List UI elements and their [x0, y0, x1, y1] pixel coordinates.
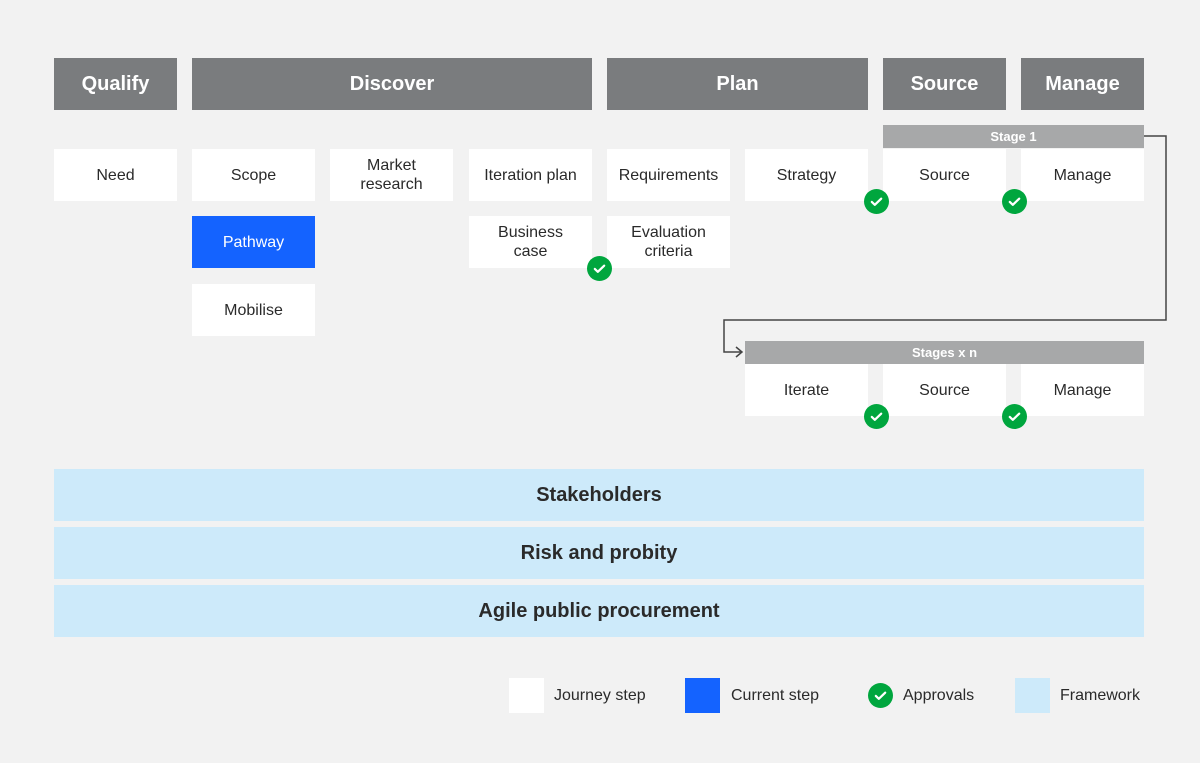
- phase-header: Source: [883, 58, 1006, 110]
- legend-approvals-check-icon: [868, 683, 893, 708]
- journey-step-iterate: Iterate: [745, 364, 868, 416]
- journey-step-scope: Scope: [192, 149, 315, 201]
- journey-step-manage: Manage: [1021, 149, 1144, 201]
- legend-framework-swatch: [1015, 678, 1050, 713]
- journey-step-strategy: Strategy: [745, 149, 868, 201]
- legend-journey-step-label: Journey step: [554, 686, 646, 704]
- phase-header: Plan: [607, 58, 868, 110]
- approval-check-icon: [1002, 404, 1027, 429]
- phase-header: Manage: [1021, 58, 1144, 110]
- current-step-pathway: Pathway: [192, 216, 315, 268]
- phase-header: Qualify: [54, 58, 177, 110]
- framework-band: Risk and probity: [54, 527, 1144, 579]
- framework-band: Agile public procurement: [54, 585, 1144, 637]
- framework-band: Stakeholders: [54, 469, 1144, 521]
- legend-current-step-label: Current step: [731, 686, 820, 704]
- stages-x-n-bar: Stages x n: [745, 341, 1144, 364]
- journey-step-business-case: Business case: [469, 216, 592, 268]
- approval-check-icon: [587, 256, 612, 281]
- journey-step-evaluation-criteria: Evaluation criteria: [607, 216, 730, 268]
- phase-header: Discover: [192, 58, 592, 110]
- journey-step-source-n: Source: [883, 364, 1006, 416]
- journey-step-need: Need: [54, 149, 177, 201]
- journey-step-source: Source: [883, 149, 1006, 201]
- legend-approvals-label: Approvals: [903, 686, 975, 704]
- journey-step-mobilise: Mobilise: [192, 284, 315, 336]
- approval-check-icon: [864, 404, 889, 429]
- approval-check-icon: [864, 189, 889, 214]
- journey-step-requirements: Requirements: [607, 149, 730, 201]
- stage-connector-arrow: [723, 135, 1167, 358]
- approval-check-icon: [1002, 189, 1027, 214]
- legend-journey-step-swatch: [509, 678, 544, 713]
- legend-current-step-swatch: [685, 678, 720, 713]
- legend-framework-label: Framework: [1060, 686, 1141, 704]
- journey-step-manage-n: Manage: [1021, 364, 1144, 416]
- journey-step-iteration-plan: Iteration plan: [469, 149, 592, 201]
- journey-step-market-research: Market research: [330, 149, 453, 201]
- stage-1-bar: Stage 1: [883, 125, 1144, 148]
